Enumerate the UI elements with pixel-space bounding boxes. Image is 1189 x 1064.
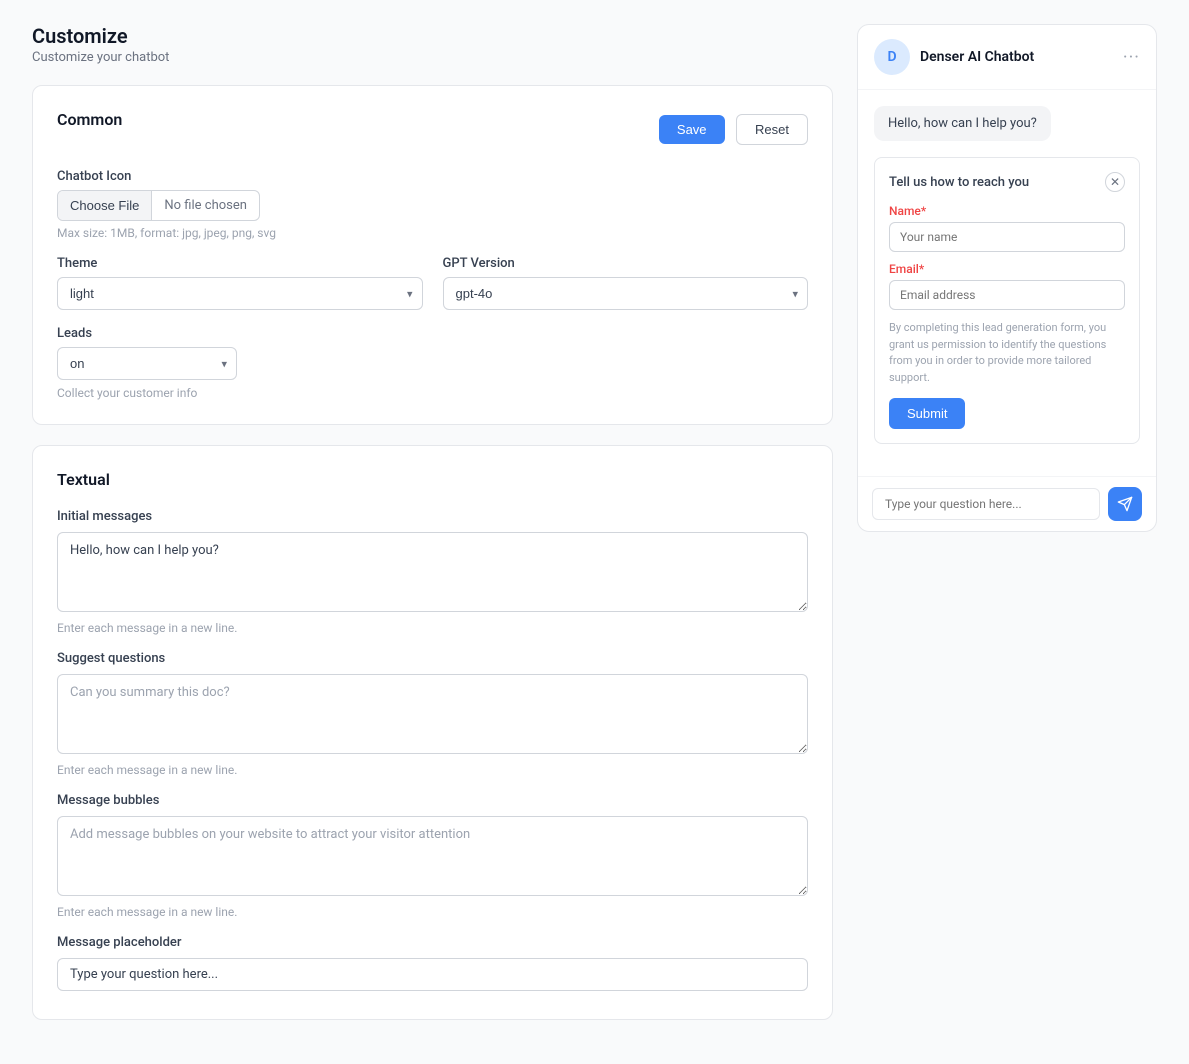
initial-messages-textarea[interactable]: Hello, how can I help you? <box>57 532 808 612</box>
lead-form-close-icon[interactable]: ✕ <box>1105 172 1125 192</box>
textual-card: Textual Initial messages Hello, how can … <box>32 445 833 1020</box>
suggest-questions-textarea[interactable] <box>57 674 808 754</box>
preview-avatar: D <box>874 39 910 75</box>
choose-file-button[interactable]: Choose File <box>58 191 152 220</box>
suggest-questions-label: Suggest questions <box>57 651 808 666</box>
preview-chat-input[interactable] <box>872 488 1100 520</box>
message-placeholder-label: Message placeholder <box>57 935 808 950</box>
preview-bot-name: Denser AI Chatbot <box>920 49 1113 65</box>
message-bubbles-label: Message bubbles <box>57 793 808 808</box>
file-chosen-text: No file chosen <box>152 191 259 220</box>
lead-disclaimer: By completing this lead generation form,… <box>889 320 1125 386</box>
common-actions: Save Reset <box>659 114 808 145</box>
file-hint: Max size: 1MB, format: jpg, jpeg, png, s… <box>57 226 808 240</box>
name-field-label: Name* <box>889 204 1125 218</box>
send-button[interactable] <box>1108 487 1142 521</box>
gpt-select-wrapper: gpt-4o gpt-3.5-turbo gpt-4 ▾ <box>443 277 809 310</box>
chat-bubble: Hello, how can I help you? <box>874 106 1051 141</box>
suggest-questions-hint: Enter each message in a new line. <box>57 763 808 777</box>
preview-body: Hello, how can I help you? Tell us how t… <box>858 90 1156 476</box>
common-section-title: Common <box>57 110 122 129</box>
preview-footer <box>858 476 1156 531</box>
preview-header: D Denser AI Chatbot ··· <box>858 25 1156 90</box>
reset-button[interactable]: Reset <box>736 114 808 145</box>
collect-hint: Collect your customer info <box>57 386 808 400</box>
suggest-questions-field: Suggest questions Enter each message in … <box>57 651 808 777</box>
name-input[interactable] <box>889 222 1125 252</box>
save-button[interactable]: Save <box>659 115 725 144</box>
chatbot-icon-label: Chatbot Icon <box>57 169 808 184</box>
theme-select[interactable]: light dark <box>57 277 423 310</box>
initial-messages-hint: Enter each message in a new line. <box>57 621 808 635</box>
textual-section-title: Textual <box>57 470 808 489</box>
email-field-label: Email* <box>889 262 1125 276</box>
message-bubbles-hint: Enter each message in a new line. <box>57 905 808 919</box>
message-bubbles-textarea[interactable] <box>57 816 808 896</box>
gpt-version-label: GPT Version <box>443 256 809 271</box>
lead-form-title: Tell us how to reach you <box>889 175 1029 190</box>
message-placeholder-input[interactable] <box>57 958 808 991</box>
chatbot-icon-field: Chatbot Icon Choose File No file chosen … <box>57 169 808 240</box>
message-bubbles-field: Message bubbles Enter each message in a … <box>57 793 808 919</box>
theme-select-wrapper: light dark ▾ <box>57 277 423 310</box>
leads-select-wrapper: on off ▾ <box>57 347 237 380</box>
email-input[interactable] <box>889 280 1125 310</box>
file-input-wrapper[interactable]: Choose File No file chosen <box>57 190 260 221</box>
initial-messages-label: Initial messages <box>57 509 808 524</box>
leads-label: Leads <box>57 326 808 341</box>
theme-label: Theme <box>57 256 423 271</box>
theme-field: Theme light dark ▾ <box>57 256 423 310</box>
submit-button[interactable]: Submit <box>889 398 965 429</box>
lead-form: Tell us how to reach you ✕ Name* Email* … <box>874 157 1140 444</box>
page-subtitle: Customize your chatbot <box>32 50 833 65</box>
leads-field: Leads on off ▾ Collect your customer inf… <box>57 326 808 400</box>
gpt-version-field: GPT Version gpt-4o gpt-3.5-turbo gpt-4 ▾ <box>443 256 809 310</box>
lead-form-header: Tell us how to reach you ✕ <box>889 172 1125 192</box>
more-options-icon[interactable]: ··· <box>1123 47 1140 68</box>
common-card: Common Save Reset Chatbot Icon Choose Fi… <box>32 85 833 425</box>
preview-card: D Denser AI Chatbot ··· Hello, how can I… <box>857 24 1157 532</box>
message-placeholder-field: Message placeholder <box>57 935 808 991</box>
initial-messages-field: Initial messages Hello, how can I help y… <box>57 509 808 635</box>
gpt-version-select[interactable]: gpt-4o gpt-3.5-turbo gpt-4 <box>443 277 809 310</box>
page-title: Customize <box>32 24 833 48</box>
leads-select[interactable]: on off <box>57 347 237 380</box>
send-icon <box>1117 496 1133 512</box>
